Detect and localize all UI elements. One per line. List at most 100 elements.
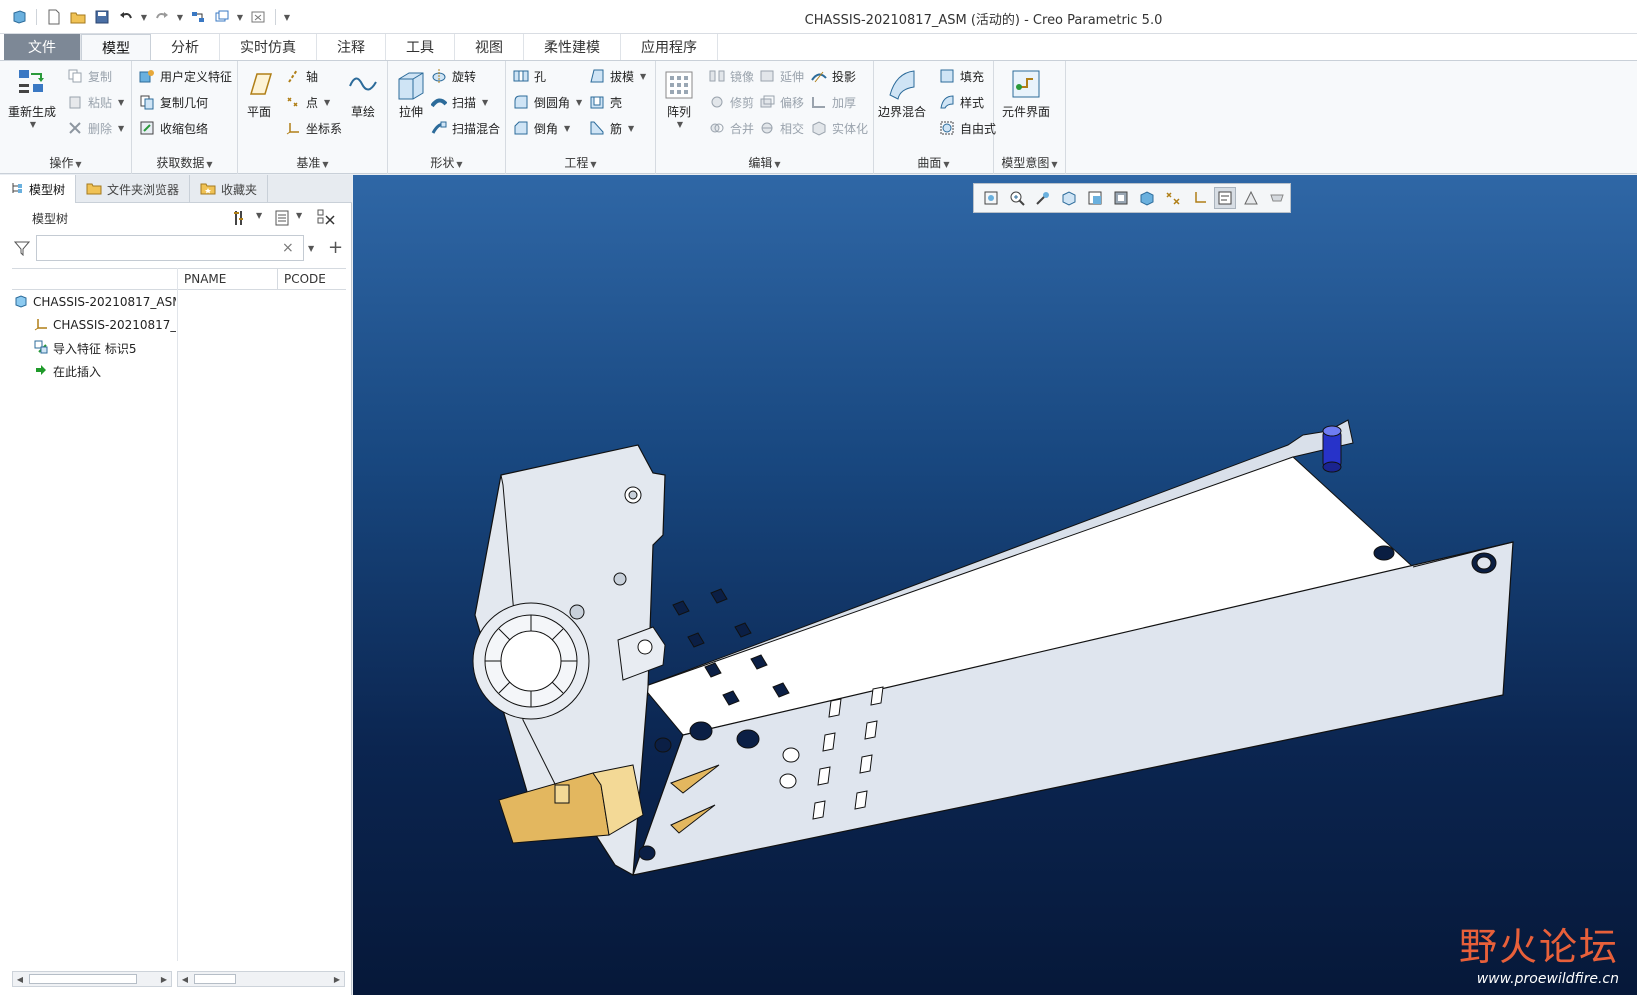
group-label-get-data[interactable]: 获取数据 ▼ bbox=[132, 154, 237, 172]
annotation-display-icon[interactable] bbox=[1214, 187, 1236, 209]
delete-dropdown-icon[interactable]: ▼ bbox=[118, 124, 124, 133]
fill-button[interactable]: 填充 bbox=[938, 65, 984, 87]
chamfer-dropdown-icon[interactable]: ▼ bbox=[564, 124, 570, 133]
paste-dropdown-icon[interactable]: ▼ bbox=[118, 98, 124, 107]
view-manager-icon[interactable] bbox=[1136, 187, 1158, 209]
zoom-out-icon[interactable] bbox=[1032, 187, 1054, 209]
round-button[interactable]: 倒圆角 ▼ bbox=[512, 91, 582, 113]
display-style-icon[interactable] bbox=[1110, 187, 1132, 209]
tab-model-tree[interactable]: 模型树 bbox=[0, 175, 77, 203]
scroll-right-icon[interactable]: ▶ bbox=[157, 972, 171, 986]
tab-model[interactable]: 模型 bbox=[81, 34, 151, 60]
copy-button[interactable]: 复制 bbox=[66, 65, 112, 87]
rib-button[interactable]: 筋 ▼ bbox=[588, 117, 634, 139]
scroll-left-icon[interactable]: ◀ bbox=[13, 972, 27, 986]
tab-file[interactable]: 文件 bbox=[4, 34, 81, 60]
point-dropdown-icon[interactable]: ▼ bbox=[324, 98, 330, 107]
group-label-model-intent[interactable]: 模型意图 ▼ bbox=[994, 154, 1065, 172]
offset-button[interactable]: 偏移 bbox=[758, 91, 804, 113]
tab-live-simulation[interactable]: 实时仿真 bbox=[220, 34, 317, 60]
repaint-icon[interactable] bbox=[1058, 187, 1080, 209]
scroll-right-icon[interactable]: ▶ bbox=[330, 972, 344, 986]
round-dropdown-icon[interactable]: ▼ bbox=[576, 98, 582, 107]
trim-button[interactable]: 修剪 bbox=[708, 91, 754, 113]
scroll-thumb[interactable] bbox=[29, 974, 137, 984]
chassis-model[interactable] bbox=[353, 175, 1637, 995]
mirror-button[interactable]: 镜像 bbox=[708, 65, 754, 87]
style-button[interactable]: 样式 bbox=[938, 91, 984, 113]
tree-settings-icon[interactable] bbox=[232, 209, 250, 230]
swept-blend-button[interactable]: 扫描混合 bbox=[430, 117, 500, 139]
search-dropdown-icon[interactable]: ▼ bbox=[308, 244, 314, 253]
column-header-pcode[interactable]: PCODE bbox=[278, 269, 346, 289]
perspective-icon[interactable] bbox=[1266, 187, 1288, 209]
tab-analysis[interactable]: 分析 bbox=[151, 34, 220, 60]
tree-item-csys[interactable]: CHASSIS-20210817_A bbox=[34, 314, 176, 336]
axis-button[interactable]: 轴 bbox=[284, 65, 318, 87]
group-label-surfaces[interactable]: 曲面 ▼ bbox=[874, 154, 993, 172]
draft-button[interactable]: 拔模 ▼ bbox=[588, 65, 646, 87]
udf-button[interactable]: 用户定义特征 bbox=[138, 65, 232, 87]
tab-folder-browser[interactable]: 文件夹浏览器 bbox=[76, 175, 191, 203]
tab-flexible-modeling[interactable]: 柔性建模 bbox=[524, 34, 621, 60]
tree-horizontal-scrollbar[interactable]: ◀ ▶ bbox=[12, 971, 172, 987]
datum-display-icon[interactable] bbox=[1162, 187, 1184, 209]
freestyle-button[interactable]: 自由式 bbox=[938, 117, 996, 139]
tree-search-input[interactable] bbox=[36, 235, 304, 261]
tab-applications[interactable]: 应用程序 bbox=[621, 34, 718, 60]
refit-icon[interactable] bbox=[980, 187, 1002, 209]
project-button[interactable]: 投影 bbox=[810, 65, 856, 87]
group-label-editing[interactable]: 编辑 ▼ bbox=[656, 154, 873, 172]
tab-view[interactable]: 视图 bbox=[455, 34, 524, 60]
delete-button[interactable]: 删除 ▼ bbox=[66, 117, 124, 139]
hole-button[interactable]: 孔 bbox=[512, 65, 546, 87]
group-label-operations[interactable]: 操作 ▼ bbox=[0, 154, 131, 172]
tree-item-import-feature[interactable]: 导入特征 标识5 bbox=[34, 337, 176, 359]
pattern-button[interactable]: 阵列 ▼ bbox=[662, 65, 696, 129]
spin-center-icon[interactable] bbox=[1240, 187, 1262, 209]
sketch-button[interactable]: 草绘 bbox=[346, 65, 380, 120]
filter-icon[interactable] bbox=[13, 240, 31, 259]
solidify-button[interactable]: 实体化 bbox=[810, 117, 868, 139]
saved-orientations-icon[interactable] bbox=[1084, 187, 1106, 209]
draft-dropdown-icon[interactable]: ▼ bbox=[640, 72, 646, 81]
extend-button[interactable]: 延伸 bbox=[758, 65, 804, 87]
column-header-tree[interactable] bbox=[12, 269, 178, 289]
revolve-button[interactable]: 旋转 bbox=[430, 65, 476, 87]
tab-annotate[interactable]: 注释 bbox=[317, 34, 386, 60]
tree-filter-settings-icon[interactable] bbox=[316, 208, 336, 231]
group-label-engineering[interactable]: 工程 ▼ bbox=[506, 154, 655, 172]
shell-button[interactable]: 壳 bbox=[588, 91, 622, 113]
add-filter-icon[interactable]: + bbox=[328, 237, 343, 258]
graphics-window[interactable]: 野火论坛 www.proewildfire.cn bbox=[353, 175, 1637, 995]
blue-pin[interactable] bbox=[1322, 425, 1342, 473]
csys-display-icon[interactable] bbox=[1188, 187, 1210, 209]
regenerate-button[interactable]: 重新生成 ▼ bbox=[8, 65, 56, 129]
boundary-blend-button[interactable]: 边界混合 bbox=[878, 65, 926, 120]
zoom-in-icon[interactable] bbox=[1006, 187, 1028, 209]
shrinkwrap-button[interactable]: 收缩包络 bbox=[138, 117, 208, 139]
tree-settings-dropdown-icon[interactable]: ▼ bbox=[256, 211, 262, 220]
csys-button[interactable]: 坐标系 bbox=[284, 117, 342, 139]
tab-favorites[interactable]: 收藏夹 bbox=[190, 175, 269, 203]
tree-columns-dropdown-icon[interactable]: ▼ bbox=[296, 211, 302, 220]
tab-tools[interactable]: 工具 bbox=[386, 34, 455, 60]
scroll-thumb[interactable] bbox=[194, 974, 236, 984]
clear-search-icon[interactable]: × bbox=[282, 240, 294, 256]
sweep-dropdown-icon[interactable]: ▼ bbox=[482, 98, 488, 107]
plane-button[interactable]: 平面 bbox=[242, 65, 276, 120]
group-label-datum[interactable]: 基准 ▼ bbox=[238, 154, 387, 172]
columns-horizontal-scrollbar[interactable]: ◀ ▶ bbox=[177, 971, 345, 987]
tree-columns-icon[interactable] bbox=[274, 209, 290, 230]
regenerate-dropdown-icon[interactable]: ▼ bbox=[30, 120, 36, 129]
chamfer-button[interactable]: 倒角 ▼ bbox=[512, 117, 570, 139]
tree-item-insert-here[interactable]: 在此插入 bbox=[34, 360, 176, 382]
pattern-dropdown-icon[interactable]: ▼ bbox=[677, 120, 683, 129]
merge-button[interactable]: 合并 bbox=[708, 117, 754, 139]
point-button[interactable]: 点 ▼ bbox=[284, 91, 330, 113]
sweep-button[interactable]: 扫描 ▼ bbox=[430, 91, 488, 113]
thicken-button[interactable]: 加厚 bbox=[810, 91, 856, 113]
scroll-left-icon[interactable]: ◀ bbox=[178, 972, 192, 986]
intersect-button[interactable]: 相交 bbox=[758, 117, 804, 139]
paste-button[interactable]: 粘贴 ▼ bbox=[66, 91, 124, 113]
